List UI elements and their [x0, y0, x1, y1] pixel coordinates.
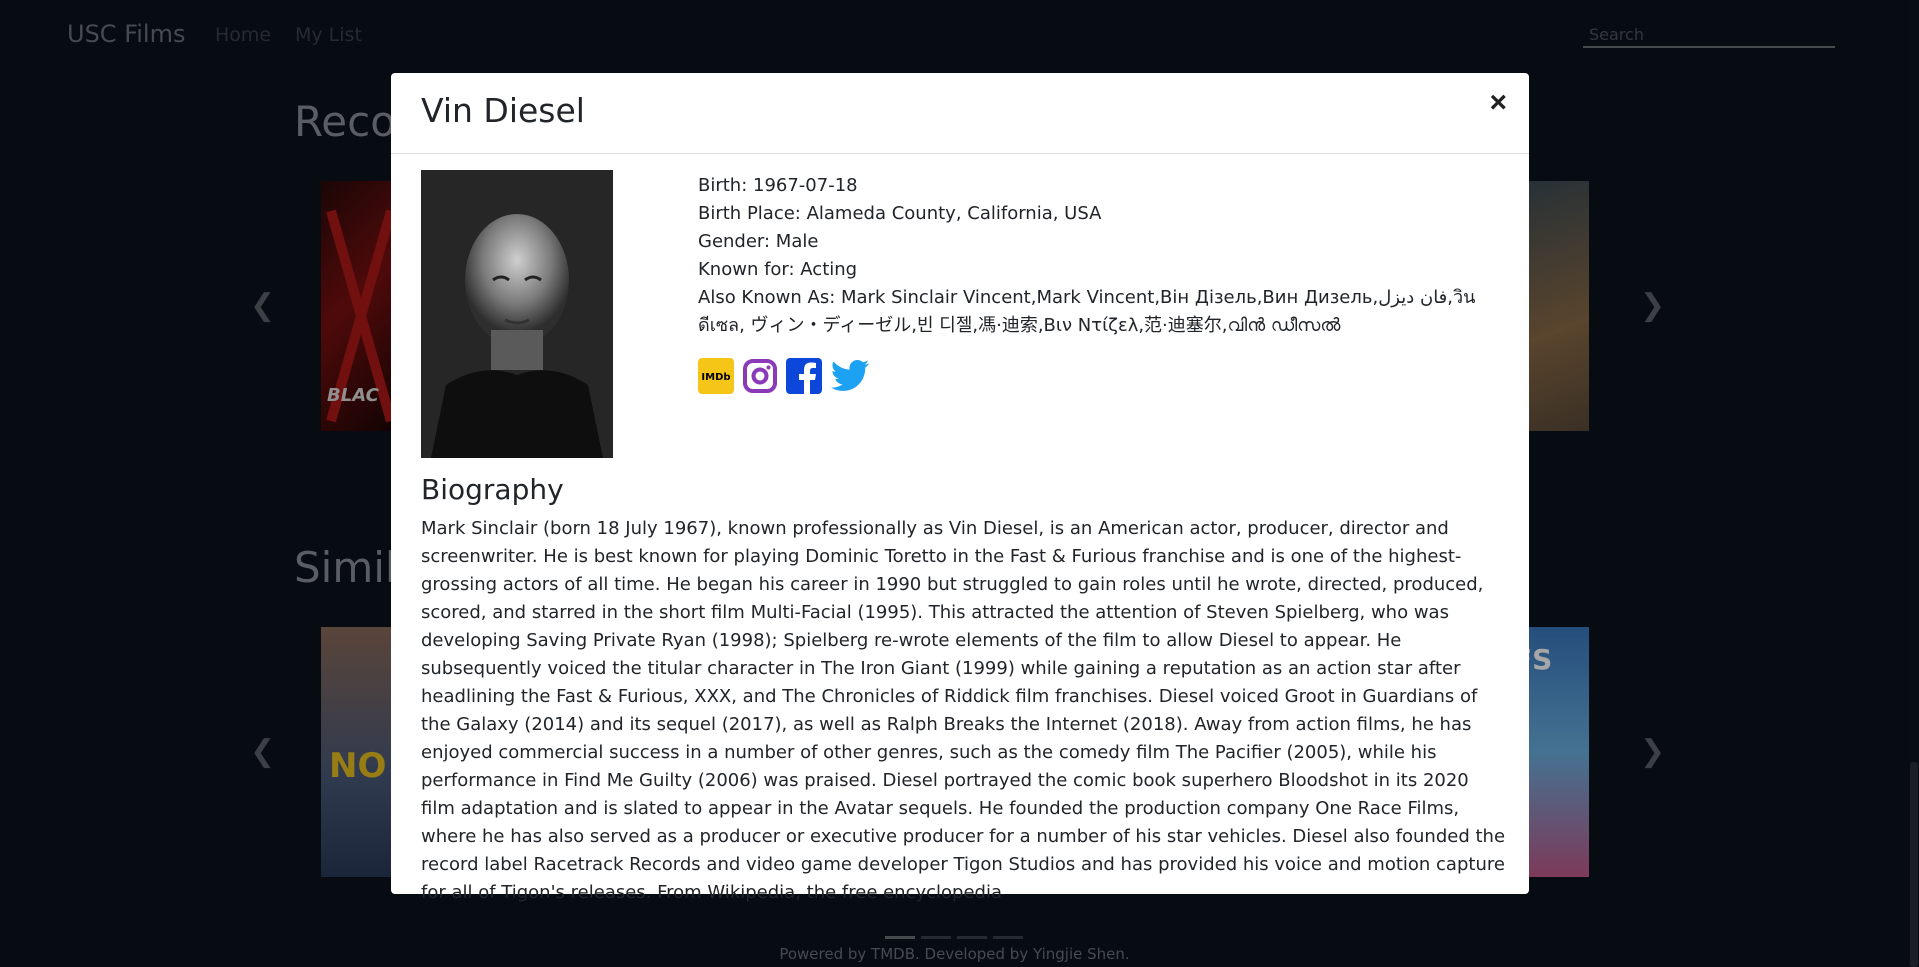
- movie-poster[interactable]: NO E: [321, 627, 401, 877]
- nav-link-my-list[interactable]: My List: [295, 24, 362, 46]
- person-info: Birth: 1967-07-18 Birth Place: Alameda C…: [698, 172, 1498, 340]
- close-button[interactable]: ×: [1483, 87, 1513, 119]
- facebook-icon[interactable]: [786, 358, 822, 394]
- carousel-indicators: [885, 936, 1023, 939]
- navbar: USC Films Home My List: [0, 0, 1919, 70]
- birth-place: Birth Place: Alameda County, California,…: [698, 203, 1102, 224]
- modal-header: Vin Diesel ×: [391, 73, 1529, 154]
- biography-heading: Biography: [421, 473, 564, 506]
- known-for: Known for: Acting: [698, 259, 858, 280]
- svg-text:IMDb: IMDb: [701, 372, 730, 383]
- footer-text: Powered by TMDB. Developed by Yingjie Sh…: [779, 945, 1130, 963]
- search-input[interactable]: [1583, 22, 1835, 48]
- person-modal: Vin Diesel × Birth: 1967-07-18 Birth Pla…: [391, 73, 1529, 903]
- gender: Gender: Male: [698, 231, 819, 252]
- carousel-indicator[interactable]: [957, 936, 987, 939]
- imdb-icon[interactable]: IMDb: [698, 358, 734, 394]
- carousel-next-icon[interactable]: ❯: [1640, 288, 1665, 323]
- svg-text:BLAC: BLAC: [327, 385, 380, 406]
- brand-logo[interactable]: USC Films: [67, 20, 185, 48]
- social-links: IMDb: [698, 358, 870, 394]
- instagram-icon[interactable]: [742, 358, 778, 394]
- profile-photo: [421, 170, 613, 458]
- birth-date: Birth: 1967-07-18: [698, 175, 858, 196]
- carousel-indicator[interactable]: [993, 936, 1023, 939]
- scrollbar-thumb[interactable]: [1910, 762, 1918, 967]
- carousel-indicator[interactable]: [921, 936, 951, 939]
- nav-link-home[interactable]: Home: [215, 24, 271, 46]
- carousel-next-icon[interactable]: ❯: [1640, 734, 1665, 769]
- person-name: Vin Diesel: [421, 91, 585, 130]
- scrollbar[interactable]: [1909, 0, 1919, 967]
- carousel-indicator[interactable]: [885, 936, 915, 939]
- carousel-prev-icon[interactable]: ❮: [250, 288, 275, 323]
- twitter-icon[interactable]: [830, 358, 870, 394]
- movie-poster[interactable]: BLAC: [321, 181, 401, 431]
- also-known-as: Also Known As: Mark Sinclair Vincent,Mar…: [698, 287, 1476, 336]
- biography-text: Mark Sinclair (born 18 July 1967), known…: [421, 518, 1506, 903]
- carousel-prev-icon[interactable]: ❮: [250, 734, 275, 769]
